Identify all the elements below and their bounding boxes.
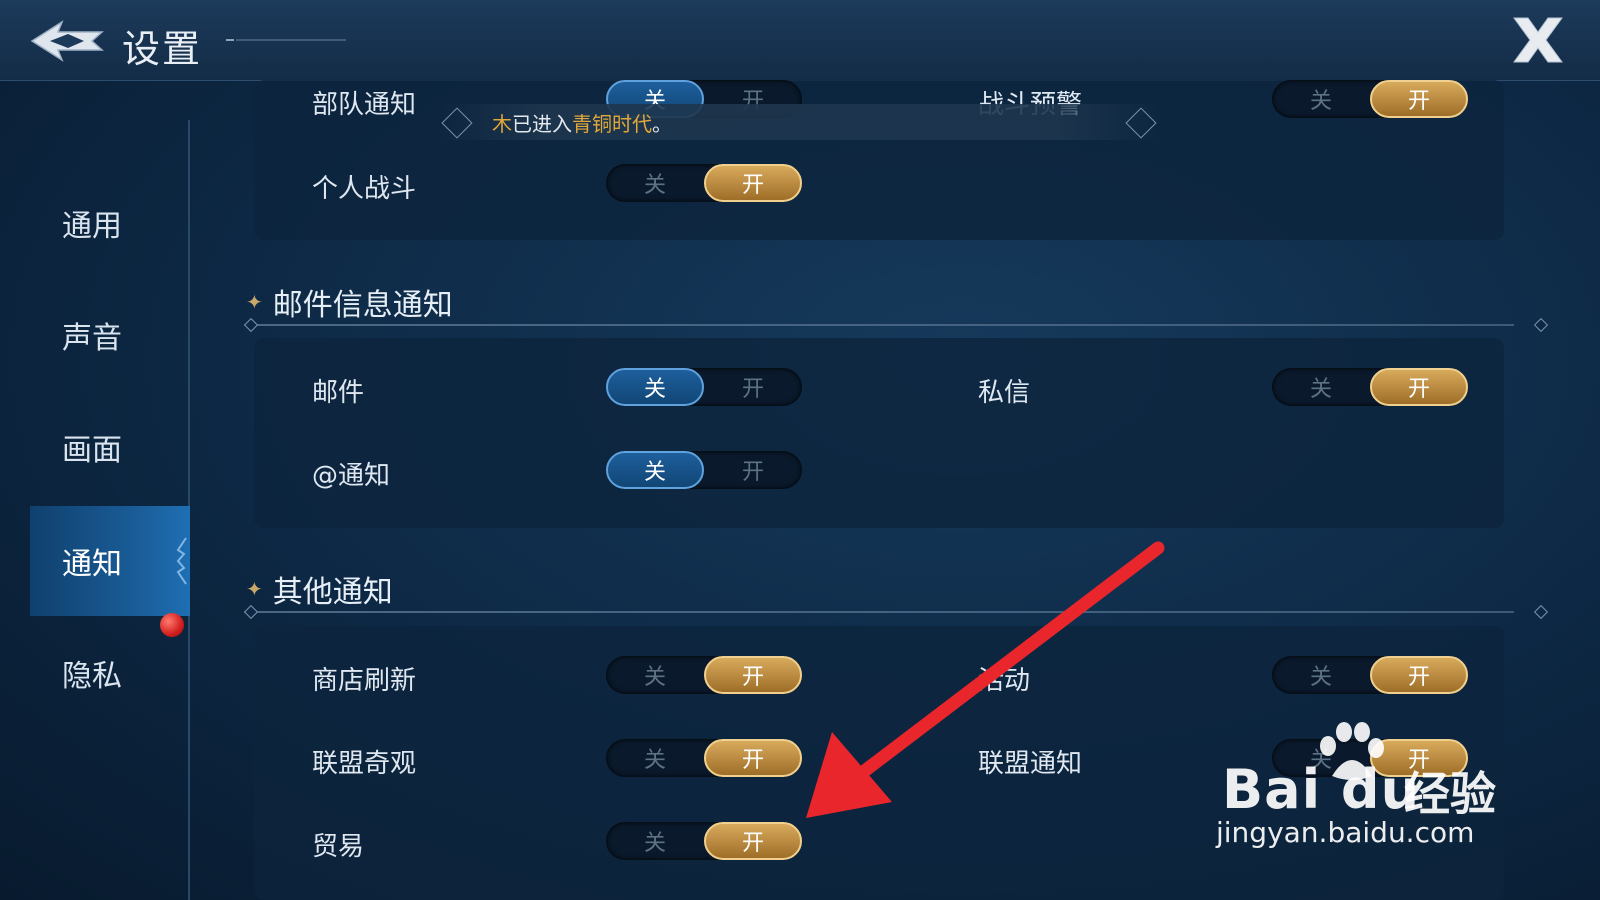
toggle-alliance-wonder[interactable]: 关 开 (606, 739, 802, 777)
toggle-off-option[interactable]: 关 (606, 368, 704, 406)
section-divider (244, 611, 1514, 613)
watermark: Bai du 经验 jingyan.baidu.com (1216, 722, 1522, 862)
setting-label: 贸易 (312, 832, 365, 862)
setting-label: 部队通知 (312, 90, 417, 120)
toggle-battle-warning[interactable]: 关 开 (1272, 80, 1468, 118)
toggle-on-option[interactable]: 开 (1370, 368, 1468, 406)
toggle-mail[interactable]: 关 开 (606, 368, 802, 406)
panel-mail-notifications (254, 338, 1504, 528)
banner-right-ornament (1125, 107, 1157, 139)
toggle-on-option[interactable]: 开 (704, 822, 802, 860)
section-divider (244, 324, 1514, 326)
star-icon: ✦ (246, 577, 263, 601)
sidebar-item-label: 通用 (62, 209, 122, 244)
toggle-on-option[interactable]: 开 (1370, 656, 1468, 694)
toggle-on-option[interactable]: 开 (704, 739, 802, 777)
star-icon: ✦ (246, 290, 263, 314)
notification-banner: 木已进入 青铜时代。 (440, 104, 1160, 140)
toggle-private-message[interactable]: 关 开 (1272, 368, 1468, 406)
sidebar-item-label: 通知 (62, 547, 122, 582)
toggle-events[interactable]: 关 开 (1272, 656, 1468, 694)
banner-text-end: 。 (652, 111, 672, 136)
toggle-off-option[interactable]: 关 (1272, 80, 1370, 118)
toggle-on-option[interactable]: 开 (704, 368, 802, 406)
sidebar-item-general[interactable]: 通用 (30, 168, 190, 278)
toggle-off-option[interactable]: 关 (606, 739, 704, 777)
toggle-trade[interactable]: 关 开 (606, 822, 802, 860)
sidebar-item-label: 画面 (62, 433, 122, 468)
setting-label: 邮件 (312, 378, 365, 408)
toggle-shop-refresh[interactable]: 关 开 (606, 656, 802, 694)
setting-label: 商店刷新 (312, 666, 417, 696)
page-title: 设置 (122, 27, 203, 71)
active-indicator-icon (176, 537, 187, 585)
toggle-off-option[interactable]: 关 (606, 822, 704, 860)
sidebar-item-label: 隐私 (62, 659, 122, 694)
section-title-mail: ✦ 邮件信息通知 (246, 280, 453, 324)
setting-label: 联盟奇观 (312, 749, 417, 779)
section-title-text: 邮件信息通知 (272, 288, 453, 323)
banner-text-era: 青铜时代 (572, 111, 652, 136)
watermark-brand: Bai du (1222, 758, 1421, 821)
watermark-suffix: 经验 (1404, 767, 1496, 821)
toggle-mention[interactable]: 关 开 (606, 451, 802, 489)
toggle-off-option[interactable]: 关 (606, 451, 704, 489)
toggle-on-option[interactable]: 开 (704, 164, 802, 202)
setting-label: 联盟通知 (978, 749, 1083, 779)
banner-text: 已进入 (512, 111, 572, 136)
setting-label: 私信 (978, 378, 1031, 408)
toggle-off-option[interactable]: 关 (1272, 656, 1370, 694)
divider-cap (1533, 317, 1549, 333)
toggle-on-option[interactable]: 开 (1370, 80, 1468, 118)
banner-text-name: 木 (492, 111, 512, 136)
top-bar: 设置 (0, 0, 1600, 81)
setting-label: @通知 (312, 461, 391, 491)
sidebar-item-notifications[interactable]: 通知 (30, 506, 190, 616)
watermark-url: jingyan.baidu.com (1216, 816, 1475, 849)
sidebar-item-privacy[interactable]: 隐私 (30, 618, 190, 728)
toggle-on-option[interactable]: 开 (704, 451, 802, 489)
section-title-text: 其他通知 (272, 575, 393, 610)
toggle-off-option[interactable]: 关 (606, 164, 704, 202)
title-divider (226, 39, 346, 41)
sidebar-item-graphics[interactable]: 画面 (30, 392, 190, 502)
banner-left-ornament (441, 107, 473, 139)
toggle-on-option[interactable]: 开 (704, 656, 802, 694)
setting-label: 活动 (978, 666, 1031, 696)
sidebar-item-label: 声音 (62, 321, 122, 356)
toggle-off-option[interactable]: 关 (606, 656, 704, 694)
close-icon[interactable] (1510, 14, 1566, 66)
toggle-off-option[interactable]: 关 (1272, 368, 1370, 406)
sidebar-item-sound[interactable]: 声音 (30, 280, 190, 390)
setting-label: 个人战斗 (312, 174, 417, 204)
back-arrow-icon[interactable] (28, 16, 108, 66)
section-title-other: ✦ 其他通知 (246, 567, 393, 611)
toggle-personal-battle[interactable]: 关 开 (606, 164, 802, 202)
divider-cap (1533, 604, 1549, 620)
